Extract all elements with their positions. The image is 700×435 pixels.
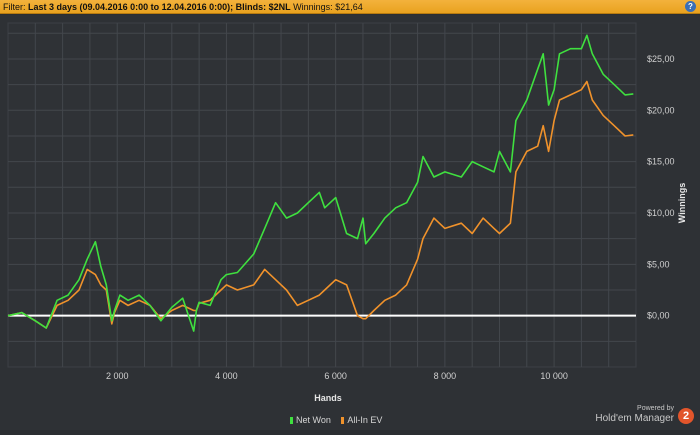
y-tick-label: $5,00 — [647, 259, 670, 269]
y-tick-label: $0,00 — [647, 311, 670, 321]
legend-label-net-won: Net Won — [296, 415, 331, 425]
help-icon[interactable]: ? — [685, 1, 696, 12]
x-tick-label: 8 000 — [434, 371, 457, 381]
brand-name: Hold'em Manager — [595, 413, 674, 424]
legend-swatch-all-in-ev — [341, 417, 345, 424]
x-tick-label: 10 000 — [540, 371, 568, 381]
brand: Powered by Hold'em Manager — [595, 404, 674, 425]
filter-bar[interactable]: Filter: Last 3 days (09.04.2016 0:00 to … — [0, 0, 700, 14]
filter-prefix: Filter: — [3, 2, 29, 12]
legend-swatch-net-won — [290, 417, 293, 424]
legend-item-all-in-ev[interactable]: All-In EV — [341, 415, 382, 425]
x-tick-label: 4 000 — [215, 371, 238, 381]
winnings-graph: 2 000 4 000 6 000 8 000 10 000 $0,00 $5,00 $10,… — [7, 22, 687, 403]
y-tick-label: $10,00 — [647, 208, 675, 218]
y-tick-label: $20,00 — [647, 105, 675, 115]
filter-winnings: Winnings: $21,64 — [293, 2, 363, 12]
chart-area: 2 000 4 000 6 000 8 000 10 000 $0,00 $5,00 $10,… — [0, 15, 700, 430]
legend-label-all-in-ev: All-In EV — [347, 415, 383, 425]
y-axis-title: Winnings — [677, 183, 687, 223]
holdem-manager-logo-icon: 2 — [678, 408, 694, 424]
legend-item-net-won[interactable]: Net Won — [290, 415, 331, 425]
chart-legend: Net Won All-In EV — [290, 415, 390, 425]
powered-by-label: Powered by — [637, 405, 674, 412]
filter-range: Last 3 days (09.04.2016 0:00 to 12.04.20… — [28, 2, 291, 12]
y-tick-label: $15,00 — [647, 157, 675, 167]
x-tick-label: 2 000 — [106, 371, 129, 381]
x-tick-label: 6 000 — [324, 371, 347, 381]
x-axis-title: Hands — [314, 393, 342, 403]
y-tick-label: $25,00 — [647, 54, 675, 64]
